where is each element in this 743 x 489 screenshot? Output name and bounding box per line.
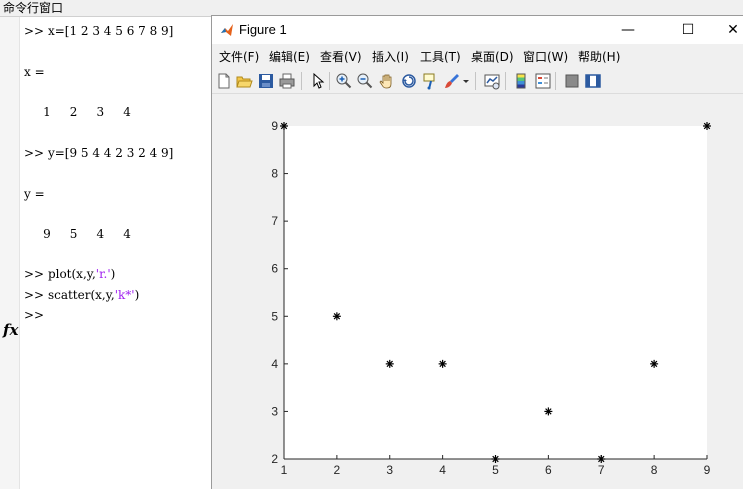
scatter-plot[interactable]: 1 2 3 4 5 6 7 8 923456789 (212, 95, 743, 489)
menu-help[interactable]: 帮助(H) (578, 48, 620, 65)
data-point (544, 407, 553, 416)
menu-window[interactable]: 窗口(W) (523, 48, 568, 65)
figure-titlebar[interactable]: Figure 1 — ☐ ✕ (212, 16, 743, 44)
command-code: x=[1 2 3 4 5 6 7 8 9] (47, 24, 174, 38)
y-tick-label: 4 (271, 357, 278, 371)
menu-tools[interactable]: 工具(T) (420, 48, 461, 65)
print-icon[interactable] (278, 72, 296, 90)
link-plot-icon[interactable] (483, 72, 501, 90)
data-point (597, 455, 606, 463)
y-tick-label: 5 (271, 309, 278, 323)
command-line: >> y=[9 5 4 4 2 3 2 4 9] (24, 146, 173, 160)
prompt: >> (24, 308, 45, 322)
data-point (491, 455, 500, 463)
y-tick-label: 8 (271, 167, 278, 181)
command-code: ) (134, 288, 140, 302)
x-tick-label: 5 (492, 463, 499, 477)
brush-dropdown-icon[interactable] (462, 72, 470, 90)
rotate-3d-icon[interactable] (400, 72, 418, 90)
y-tick-label: 9 (271, 119, 278, 133)
close-button[interactable]: ✕ (710, 16, 743, 44)
brush-icon[interactable] (443, 72, 461, 90)
y-tick-label: 7 (271, 214, 278, 228)
y-tick-label: 2 (271, 452, 278, 466)
minimize-button[interactable]: — (605, 16, 651, 44)
x-tick-label: 2 (334, 463, 341, 477)
output-line: x = (24, 65, 45, 79)
x-tick-label: 9 (704, 463, 711, 477)
data-point (438, 359, 447, 368)
toolbar-separator (505, 72, 506, 90)
figure-window[interactable]: Figure 1 — ☐ ✕ 文件(F) 编辑(E) 查看(V) 插入(I) 工… (211, 15, 743, 489)
y-tick-label: 6 (271, 262, 278, 276)
toolbar-separator (555, 72, 556, 90)
save-icon[interactable] (257, 72, 275, 90)
hide-plot-tools-icon[interactable] (563, 72, 581, 90)
string-literal: 'k*' (114, 288, 135, 302)
x-tick-label: 4 (439, 463, 446, 477)
prompt: >> (24, 288, 45, 302)
command-line: >> scatter(x,y,'k*') (24, 288, 139, 302)
command-window-gutter (0, 17, 20, 489)
menu-file[interactable]: 文件(F) (219, 48, 259, 65)
maximize-button[interactable]: ☐ (665, 16, 711, 44)
figure-title: Figure 1 (239, 22, 287, 37)
x-tick-label: 7 (598, 463, 605, 477)
data-point (280, 122, 288, 130)
command-code: scatter(x,y, (47, 288, 115, 302)
prompt: >> (24, 24, 45, 38)
x-tick-label: 8 (651, 463, 658, 477)
menu-view[interactable]: 查看(V) (320, 48, 362, 65)
figure-canvas[interactable]: 12345678923456789 (212, 95, 743, 489)
command-line: >> plot(x,y,'r.') (24, 267, 115, 281)
output-line: 9 5 4 4 (24, 227, 131, 241)
function-browser-icon[interactable]: fx (3, 321, 18, 339)
y-tick-label: 3 (271, 404, 278, 418)
toolbar-separator (329, 72, 330, 90)
edit-plot-arrow-icon[interactable] (308, 72, 326, 90)
x-tick-label: 3 (386, 463, 393, 477)
show-plot-tools-icon[interactable] (584, 72, 602, 90)
insert-legend-icon[interactable] (534, 72, 552, 90)
open-file-icon[interactable] (235, 72, 253, 90)
data-point (650, 359, 659, 368)
x-tick-label: 1 (281, 463, 288, 477)
figure-toolbar (212, 68, 743, 94)
output-line: y = (24, 187, 45, 201)
pan-hand-icon[interactable] (378, 72, 396, 90)
zoom-in-icon[interactable] (335, 72, 353, 90)
x-tick-label: 6 (545, 463, 552, 477)
insert-colorbar-icon[interactable] (512, 72, 530, 90)
command-window[interactable]: >> x=[1 2 3 4 5 6 7 8 9] x = 1 2 3 4 >> … (0, 17, 212, 489)
figure-menubar: 文件(F) 编辑(E) 查看(V) 插入(I) 工具(T) 桌面(D) 窗口(W… (212, 45, 743, 67)
prompt: >> (24, 146, 45, 160)
command-code: y=[9 5 4 4 2 3 2 4 9] (47, 146, 174, 160)
toolbar-separator (475, 72, 476, 90)
command-prompt-input[interactable]: >> (24, 308, 44, 322)
output-line: 1 2 3 4 (24, 105, 131, 119)
data-point (332, 312, 341, 321)
prompt: >> (24, 267, 45, 281)
toolbar-separator (301, 72, 302, 90)
axes-background (284, 126, 707, 459)
menu-insert[interactable]: 插入(I) (372, 48, 409, 65)
menu-edit[interactable]: 编辑(E) (269, 48, 310, 65)
command-line: >> x=[1 2 3 4 5 6 7 8 9] (24, 24, 173, 38)
data-point (385, 359, 394, 368)
menu-desktop[interactable]: 桌面(D) (471, 48, 514, 65)
command-code: plot(x,y, (47, 267, 96, 281)
string-literal: 'r.' (95, 267, 111, 281)
command-code: ) (110, 267, 116, 281)
matlab-logo-icon (221, 24, 233, 36)
zoom-out-icon[interactable] (356, 72, 374, 90)
new-figure-icon[interactable] (215, 72, 233, 90)
data-cursor-icon[interactable] (422, 72, 440, 90)
